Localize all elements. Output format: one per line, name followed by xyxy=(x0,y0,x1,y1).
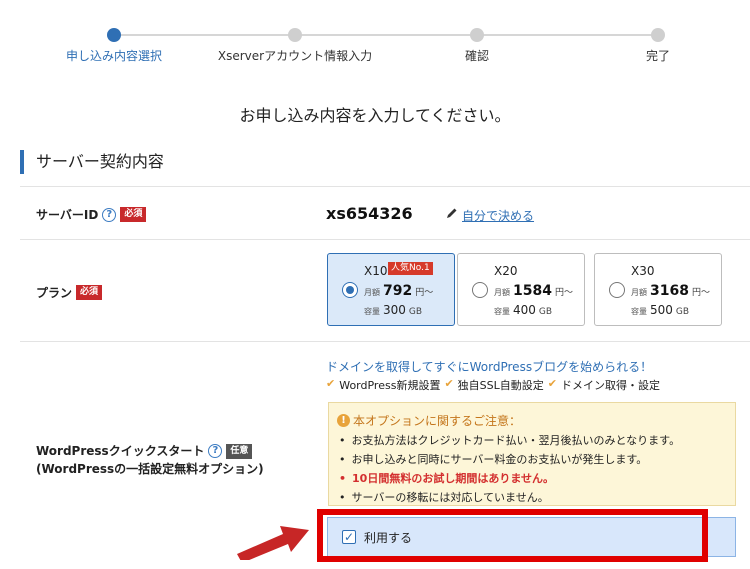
plan-name: X30 xyxy=(631,264,655,278)
wp-label-line1: WordPressクイックスタート ? 任意 xyxy=(36,442,264,460)
notice-item-warning: 10日間無料のお試し期間はありません。 xyxy=(339,469,680,488)
step-label-4: 完了 xyxy=(645,49,671,63)
wp-quickstart-label-group: WordPressクイックスタート ? 任意 (WordPressの一括設定無料… xyxy=(36,442,264,478)
feature-item: 独自SSL自動設定 xyxy=(457,379,544,392)
server-id-value: xs654326 xyxy=(326,204,413,223)
capacity-unit: GB xyxy=(408,307,423,317)
plan-capacity: 300 xyxy=(383,303,406,317)
capacity-label: 容量 xyxy=(631,307,647,316)
plan-radio-x30[interactable] xyxy=(609,282,625,298)
plan-price-row: 月額 1584 円〜 xyxy=(494,283,573,299)
plan-capacity: 400 xyxy=(513,303,536,317)
notice-box: ! 本オプションに関するご注意： お支払方法はクレジットカード払い・翌月後払いの… xyxy=(328,402,736,506)
wp-promo-text: ドメインを取得してすぐにWordPressブログを始められる！ xyxy=(326,360,653,374)
help-icon[interactable]: ? xyxy=(208,444,223,458)
step-dot-4 xyxy=(651,28,665,42)
required-badge: 必須 xyxy=(76,285,103,300)
feature-list: ✔ WordPress新規設置 ✔ 独自SSL自動設定 ✔ ドメイン取得・設定 xyxy=(326,377,660,393)
capacity-unit: GB xyxy=(538,307,553,317)
monthly-label: 月額 xyxy=(631,288,647,297)
step-dot-3 xyxy=(470,28,484,42)
stepper-line xyxy=(114,34,658,36)
plan-name: X20 xyxy=(494,264,518,278)
notice-item: お申し込みと同時にサーバー料金のお支払いが発生します。 xyxy=(339,450,680,469)
capacity-label: 容量 xyxy=(364,307,380,316)
server-id-label: サーバーID xyxy=(36,208,99,222)
monthly-label: 月額 xyxy=(364,288,380,297)
popular-badge: 人気No.1 xyxy=(388,262,433,275)
capacity-unit: GB xyxy=(675,307,690,317)
plan-price: 3168 xyxy=(650,283,689,299)
decide-yourself-link[interactable]: 自分で決める xyxy=(462,207,534,224)
plan-capacity-row: 容量 300 GB xyxy=(364,303,422,317)
notice-title: ! 本オプションに関するご注意： xyxy=(337,412,521,429)
optional-badge: 任意 xyxy=(226,443,253,459)
step-dot-1 xyxy=(107,28,121,42)
notice-item: お支払方法はクレジットカード払い・翌月後払いのみとなります。 xyxy=(339,431,681,450)
price-unit: 円〜 xyxy=(554,288,573,298)
use-checkbox[interactable]: ✓ xyxy=(342,530,356,544)
required-badge: 必須 xyxy=(120,207,147,222)
red-arrow-icon xyxy=(237,526,309,560)
server-id-label-group: サーバーID ? 必須 xyxy=(36,206,147,223)
use-option-toggle[interactable]: ✓ 利用する xyxy=(327,517,736,557)
plan-card-x10[interactable]: X10 人気No.1 月額 792 円〜 容量 300 GB xyxy=(327,253,455,326)
warning-icon: ! xyxy=(337,414,350,427)
plan-price: 792 xyxy=(383,283,413,299)
check-icon: ✔ xyxy=(444,377,454,390)
page-intro: お申し込み内容を入力してください。 xyxy=(239,106,511,125)
plan-radio-x10[interactable] xyxy=(342,282,358,298)
feature-item: ドメイン取得・設定 xyxy=(560,379,660,392)
use-option-label: 利用する xyxy=(364,530,413,545)
price-unit: 円〜 xyxy=(415,288,434,298)
plan-card-x30[interactable]: X30 月額 3168 円〜 容量 500 GB xyxy=(594,253,722,326)
notice-title-text: 本オプションに関するご注意： xyxy=(353,414,522,428)
price-unit: 円〜 xyxy=(691,288,710,298)
check-icon: ✔ xyxy=(326,377,336,390)
feature-item: WordPress新規設置 xyxy=(339,379,441,392)
step-dot-2 xyxy=(288,28,302,42)
plan-price: 1584 xyxy=(513,283,552,299)
pencil-icon xyxy=(447,208,457,218)
help-icon[interactable]: ? xyxy=(102,207,117,222)
plan-card-x20[interactable]: X20 月額 1584 円〜 容量 400 GB xyxy=(457,253,585,326)
plan-price-row: 月額 3168 円〜 xyxy=(631,283,710,299)
plan-label: プラン xyxy=(36,286,73,300)
plan-name: X10 xyxy=(364,264,388,278)
plan-capacity-row: 容量 400 GB xyxy=(494,303,552,317)
step-label-1: 申し込み内容選択 xyxy=(65,49,163,63)
step-label-2: Xserverアカウント情報入力 xyxy=(217,49,373,63)
plan-capacity: 500 xyxy=(650,303,673,317)
plan-label-group: プラン 必須 xyxy=(36,284,103,301)
notice-list: お支払方法はクレジットカード払い・翌月後払いのみとなります。 お申し込みと同時に… xyxy=(339,431,681,507)
step-label-3: 確認 xyxy=(464,49,490,63)
plan-radio-x20[interactable] xyxy=(472,282,488,298)
check-icon: ✔ xyxy=(547,377,557,390)
wp-quickstart-label: WordPressクイックスタート xyxy=(36,444,205,458)
monthly-label: 月額 xyxy=(494,288,510,297)
plan-capacity-row: 容量 500 GB xyxy=(631,303,689,317)
section-title: サーバー契約内容 xyxy=(20,150,164,174)
plan-price-row: 月額 792 円〜 xyxy=(364,283,433,299)
notice-item: サーバーの移転には対応していません。 xyxy=(339,488,680,507)
capacity-label: 容量 xyxy=(494,307,510,316)
progress-stepper: 申し込み内容選択 Xserverアカウント情報入力 確認 完了 xyxy=(0,0,750,80)
wp-quickstart-sublabel: (WordPressの一括設定無料オプション) xyxy=(36,462,264,476)
